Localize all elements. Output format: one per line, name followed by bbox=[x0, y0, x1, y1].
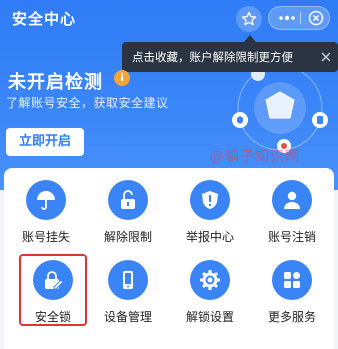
service-account-cancel[interactable]: 账号注销 bbox=[253, 180, 331, 250]
umbrella-icon bbox=[26, 180, 66, 220]
page-title: 安全中心 bbox=[12, 10, 77, 28]
service-report-loss[interactable]: 账号挂失 bbox=[7, 180, 85, 250]
report-shield-icon bbox=[190, 180, 230, 220]
favorite-tooltip: 点击收藏，账户解除限制更方便 bbox=[122, 42, 338, 72]
capsule-divider bbox=[300, 12, 301, 24]
grid-icon bbox=[272, 260, 312, 300]
user-icon bbox=[272, 180, 312, 220]
service-label: 举报中心 bbox=[185, 230, 234, 244]
info-badge[interactable]: i bbox=[114, 70, 130, 86]
mini-program-capsule bbox=[268, 6, 330, 30]
close-icon[interactable] bbox=[320, 51, 332, 63]
service-unlock-settings[interactable]: 解锁设置 bbox=[171, 260, 249, 330]
highlight-box bbox=[19, 254, 87, 326]
service-device-management[interactable]: 设备管理 bbox=[89, 260, 167, 330]
status-subtitle: 了解账号安全，获取安全建议 bbox=[6, 96, 169, 110]
service-label: 解锁设置 bbox=[185, 310, 234, 324]
star-icon[interactable] bbox=[236, 6, 262, 32]
status-title: 未开启检测 bbox=[8, 72, 103, 93]
service-label: 更多服务 bbox=[267, 310, 316, 324]
service-label: 账号挂失 bbox=[21, 230, 70, 244]
service-label: 设备管理 bbox=[103, 310, 152, 324]
hero-banner: 安全中心 点击收藏，账户解除限制更方便 未开启检测 i 了解账号安全，获取安全建… bbox=[0, 0, 338, 190]
service-label: 解除限制 bbox=[103, 230, 152, 244]
watermark: @骗子知识网 bbox=[210, 149, 300, 165]
services-card: 账号挂失 解除限制 举报中心 账号注销 安全锁 设备管理 解锁设置 更多服务 bbox=[4, 168, 334, 349]
service-label: 账号注销 bbox=[267, 230, 316, 244]
tooltip-arrow bbox=[244, 35, 256, 42]
service-unlock-restriction[interactable]: 解除限制 bbox=[89, 180, 167, 250]
service-more[interactable]: 更多服务 bbox=[253, 260, 331, 330]
close-circle-icon[interactable] bbox=[305, 7, 327, 29]
phone-icon bbox=[108, 260, 148, 300]
service-report-center[interactable]: 举报中心 bbox=[171, 180, 249, 250]
unlock-icon bbox=[108, 180, 148, 220]
more-dots-icon[interactable] bbox=[275, 7, 299, 29]
tooltip-text: 点击收藏，账户解除限制更方便 bbox=[132, 50, 293, 64]
gear-icon bbox=[190, 260, 230, 300]
enable-button[interactable]: 立即开启 bbox=[6, 128, 84, 156]
